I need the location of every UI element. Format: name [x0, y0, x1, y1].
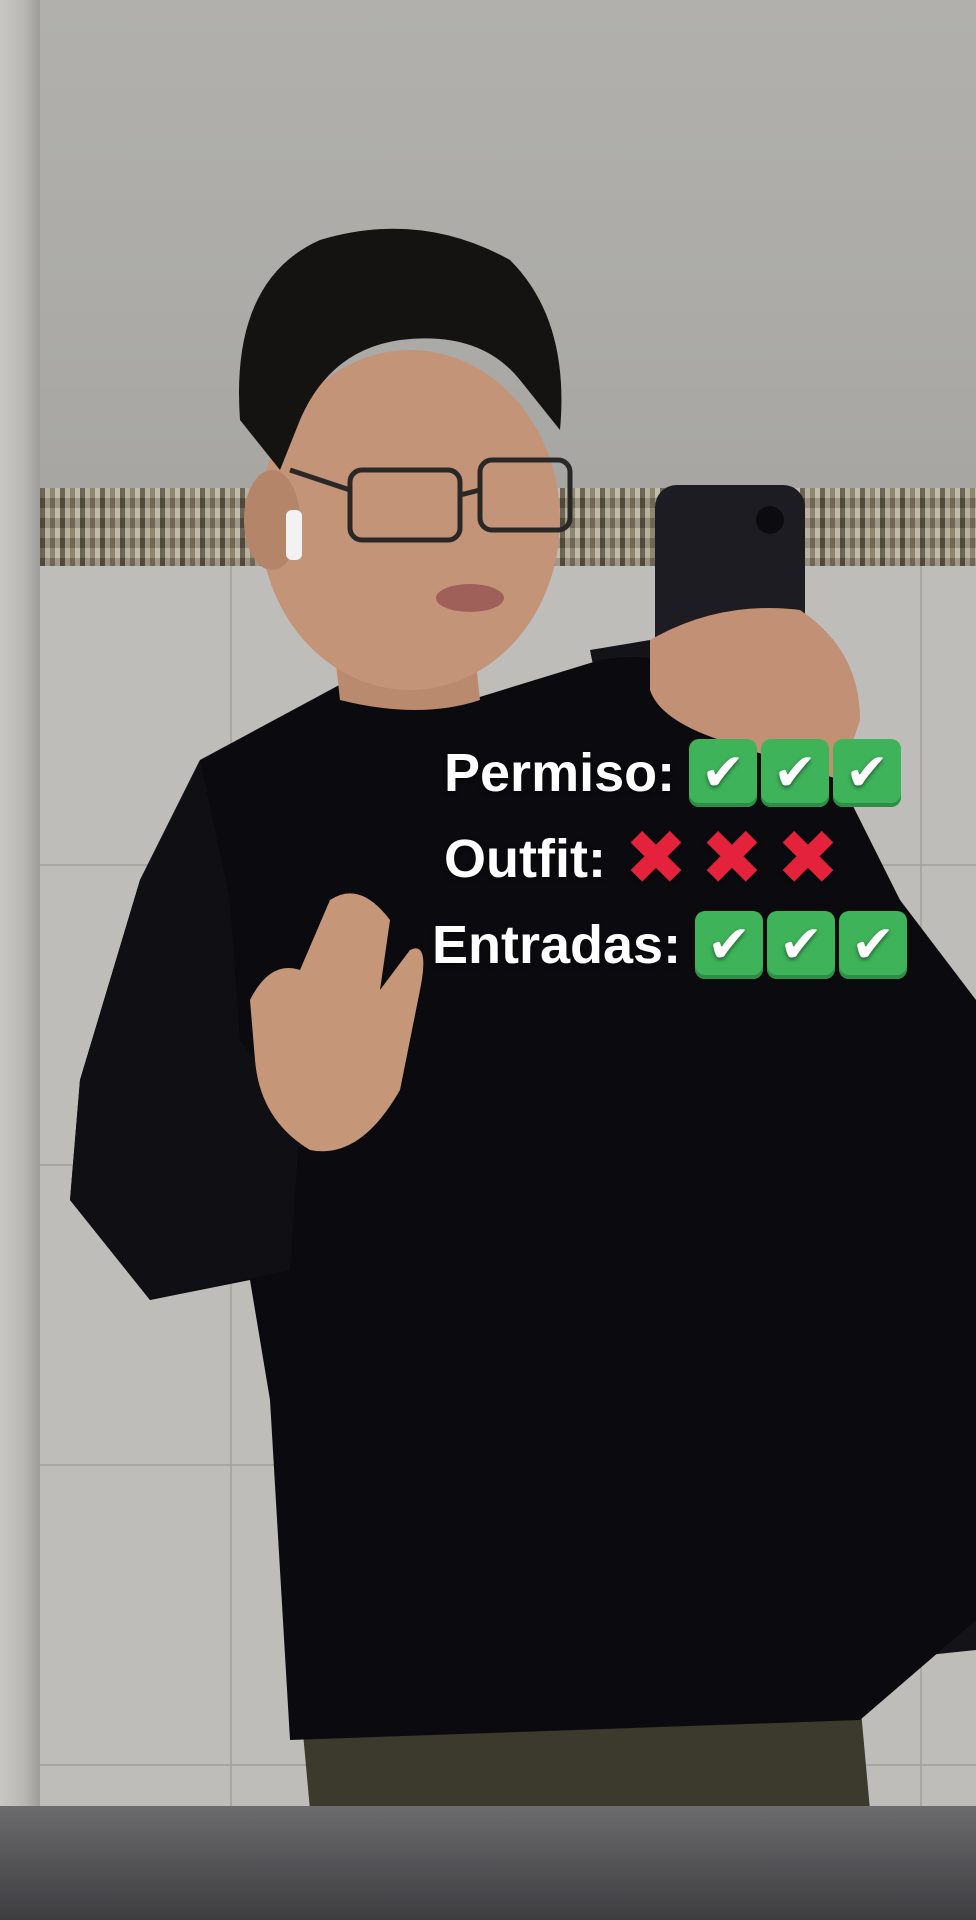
check-mark-icon: ✔	[767, 911, 836, 979]
check-mark-icon: ✔	[833, 739, 902, 807]
cross-mark-icon: ✖	[776, 816, 840, 901]
earbud	[286, 510, 302, 560]
countertop	[0, 1806, 976, 1920]
overlay-label: Outfit:	[444, 829, 606, 889]
overlay-line-permiso: Permiso: ✔ ✔ ✔	[444, 730, 960, 816]
text-overlay: Permiso: ✔ ✔ ✔ Outfit: ✖ ✖ ✖ Entradas: ✔…	[420, 730, 960, 988]
check-mark-icon: ✔	[839, 911, 908, 979]
cross-mark-icon: ✖	[624, 816, 688, 901]
mirror-selfie-scene: Permiso: ✔ ✔ ✔ Outfit: ✖ ✖ ✖ Entradas: ✔…	[0, 0, 976, 1920]
phone-camera	[756, 506, 784, 534]
check-mark-icon: ✔	[689, 739, 758, 807]
overlay-line-entradas: Entradas: ✔ ✔ ✔	[432, 902, 960, 988]
overlay-line-outfit: Outfit: ✖ ✖ ✖	[444, 816, 960, 902]
check-mark-icon: ✔	[695, 911, 764, 979]
cross-mark-icon: ✖	[700, 816, 764, 901]
lips	[436, 584, 504, 612]
overlay-label: Permiso:	[444, 743, 676, 803]
overlay-label: Entradas:	[432, 915, 682, 975]
check-mark-icon: ✔	[761, 739, 830, 807]
